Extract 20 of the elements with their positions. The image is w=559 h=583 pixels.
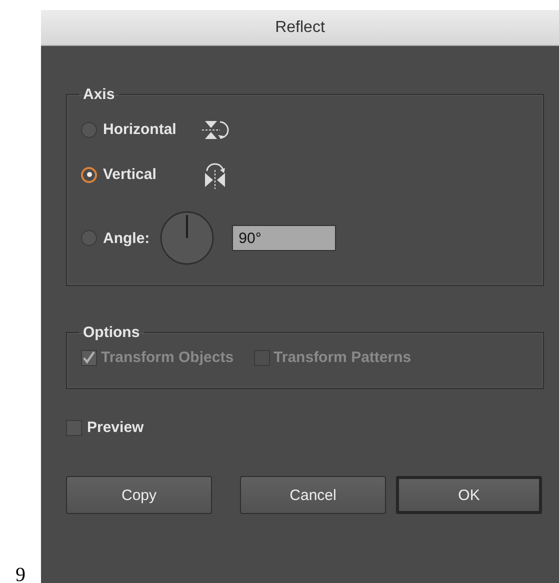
radio-label: Horizontal: [103, 121, 178, 138]
radio-button[interactable]: [81, 230, 97, 246]
dialog-button[interactable]: Copy: [66, 476, 212, 514]
checkbox-label: Transform Patterns: [274, 349, 412, 366]
checkbox-label: Preview: [87, 419, 144, 436]
radio-label: Vertical: [103, 166, 158, 183]
group-title: Options: [82, 324, 141, 341]
dialog-button[interactable]: OK: [396, 476, 542, 514]
page-number: 9: [16, 564, 26, 583]
radio-button[interactable]: [81, 122, 97, 138]
window-title: Reflect: [275, 18, 325, 36]
radio-button[interactable]: [81, 166, 97, 182]
group-title: Axis: [82, 86, 116, 103]
checkbox-label: Transform Objects: [101, 349, 234, 366]
angle-dial[interactable]: [160, 211, 214, 265]
dialog-button[interactable]: Cancel: [240, 476, 386, 514]
reflect-horizontal-icon: [201, 118, 229, 140]
radio-label: Angle:: [103, 230, 150, 246]
angle-field[interactable]: 90°: [232, 225, 336, 251]
checkbox[interactable]: [66, 420, 82, 436]
